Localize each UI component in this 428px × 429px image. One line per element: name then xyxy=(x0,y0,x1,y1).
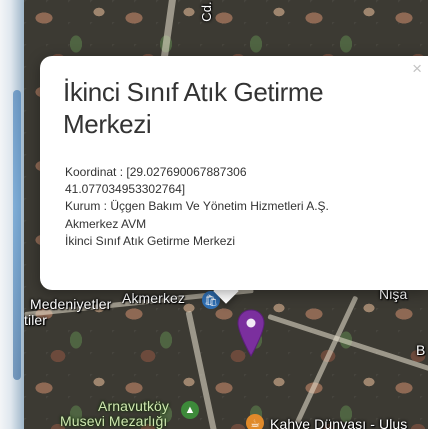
road xyxy=(294,295,359,425)
left-edge-strip xyxy=(0,0,24,429)
popup-coordinate-line-2: 41.077034953302764] xyxy=(65,182,186,197)
road xyxy=(267,313,428,372)
map-label-kahve: Kahve Dünyası - Ulus xyxy=(270,416,408,429)
map-label-medeniyetler: Medeniyetler xyxy=(30,296,112,312)
cafe-poi-icon[interactable]: ☕ xyxy=(246,414,264,429)
popup-details: Koordinat : [29.027690067887306 41.07703… xyxy=(65,164,405,250)
popup-coordinate-line-1: Koordinat : [29.027690067887306 xyxy=(65,165,247,179)
popup-facility-name: İkinci Sınıf Atık Getirme Merkezi xyxy=(65,233,236,248)
map-label-mezarligi: Musevi Mezarlığı xyxy=(60,413,168,429)
close-icon[interactable]: × xyxy=(412,59,422,79)
map-label-street: Cd. xyxy=(198,1,214,22)
popup-title: İkinci Sınıf Atık Getirme Merkezi xyxy=(63,77,324,139)
map-label-tiler: tiler xyxy=(24,312,48,328)
info-popup: × İkinci Sınıf Atık Getirme Merkezi Koor… xyxy=(40,56,428,290)
popup-venue: Akmerkez AVM xyxy=(65,216,147,231)
map-label-akmerkez: Akmerkez xyxy=(122,290,186,306)
map-pin-icon[interactable] xyxy=(237,309,265,357)
map-label-arnavutkoy: Arnavutköy xyxy=(98,398,170,414)
popup-institution: Kurum : Üçgen Bakım Ve Yönetim Hizmetler… xyxy=(65,199,329,214)
map-label-b: B xyxy=(416,342,426,358)
park-poi-icon[interactable]: ▲ xyxy=(181,401,199,419)
